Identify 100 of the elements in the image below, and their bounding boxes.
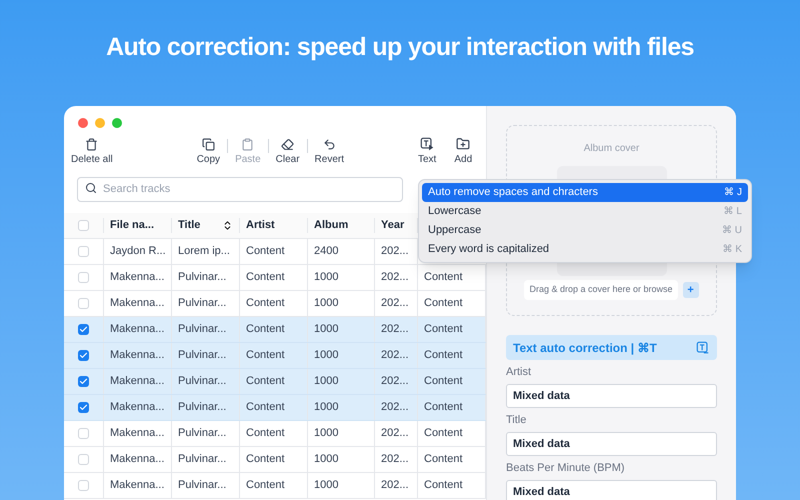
table-cell-text: Pulvinar... [178, 400, 226, 416]
checkbox[interactable] [78, 428, 89, 439]
text-field[interactable]: Mixed data [506, 384, 717, 408]
checkbox[interactable] [78, 246, 89, 257]
column-header[interactable]: Album [314, 217, 348, 234]
table-cell-text: Content [424, 452, 463, 468]
table-cell-text: Makenna... [110, 270, 164, 286]
table-cell-text: Makenna... [110, 400, 164, 416]
column-header[interactable]: Year [381, 217, 404, 234]
table-row[interactable]: Makenna... Pulvinar... Content 1000 202... Content [64, 421, 486, 447]
table-cell-text: Jaydon R... [110, 244, 166, 260]
toolbar-button[interactable]: Revert [310, 137, 348, 166]
column-header[interactable]: Artist [246, 217, 275, 234]
table-cell-text: Content [246, 322, 285, 338]
table-cell-text: Content [246, 426, 285, 442]
shortcut: ⌘ L [724, 205, 742, 219]
table-cell-text: 1000 [314, 400, 338, 416]
column-header[interactable]: File na... [110, 217, 154, 234]
field-label: Title [506, 414, 528, 426]
field-label: Artist [506, 366, 532, 378]
table-cell-text: 1000 [314, 452, 338, 468]
menu-item-label: Lowercase [428, 204, 482, 220]
table-cell-text: Content [424, 426, 463, 442]
table-cell-text: Content [424, 400, 463, 416]
table-row[interactable]: Makenna... Pulvinar... Content 1000 202... Content [64, 291, 486, 317]
table-cell-text: 202... [381, 400, 409, 416]
table-cell-text: 202... [381, 426, 409, 442]
checkbox[interactable] [78, 480, 89, 491]
undo-icon [322, 138, 336, 150]
folder-plus-icon [456, 137, 470, 151]
table-cell-text: 1000 [314, 348, 338, 364]
checkbox[interactable] [78, 402, 89, 413]
table-cell-text: 202... [381, 322, 409, 338]
table-row[interactable]: Makenna... Pulvinar... Content 1000 202... Content [64, 317, 486, 343]
table-row[interactable]: Makenna... Pulvinar... Content 1000 202... Content [64, 343, 486, 369]
table-cell-text: Pulvinar... [178, 270, 226, 286]
table-cell-text: 202... [381, 348, 409, 364]
checkbox[interactable] [78, 454, 89, 465]
shortcut: ⌘ K [722, 243, 742, 257]
table-cell-text: Makenna... [110, 478, 164, 494]
checkbox[interactable] [78, 324, 89, 335]
table-cell-text: 1000 [314, 270, 338, 286]
text-auto-icon [696, 340, 710, 354]
column-header[interactable]: Title [178, 217, 200, 234]
toolbar-button[interactable]: Copy [192, 137, 224, 166]
text-field[interactable]: Mixed data [506, 480, 717, 500]
toolbar-button[interactable]: Clear [272, 137, 304, 166]
toolbar-button[interactable]: Add [450, 137, 476, 166]
search-field[interactable]: Search tracks [77, 176, 403, 202]
menu-item-label: Auto remove spaces and chracters [428, 185, 598, 200]
checkbox[interactable] [78, 298, 89, 309]
table-row[interactable]: Makenna... Pulvinar... Content 1000 202... Content [64, 265, 486, 291]
table-cell-text: Lorem ip... [178, 244, 230, 260]
shortcut: ⌘ J [724, 186, 742, 200]
checkbox[interactable] [78, 350, 89, 361]
menu-item[interactable]: Uppercase ⌘ U [422, 221, 748, 240]
table-cell-text: 1000 [314, 322, 338, 338]
table-cell-text: Content [424, 478, 463, 494]
table-cell-text: Makenna... [110, 374, 164, 390]
table-cell-text: Content [246, 374, 285, 390]
sort-icon[interactable] [222, 220, 233, 231]
cover-title: Album cover [584, 142, 640, 156]
toolbar-button[interactable]: Text [414, 137, 440, 166]
table-cell-text: Content [424, 322, 463, 338]
table-cell-text: Content [424, 348, 463, 364]
table-cell-text: Pulvinar... [178, 478, 226, 494]
table-cell-text: Content [424, 374, 463, 390]
copy-icon [202, 138, 215, 150]
table-cell-text: 1000 [314, 478, 338, 494]
field-label: Beats Per Minute (BPM) [506, 462, 626, 474]
checkbox[interactable] [78, 272, 89, 283]
table-cell-text: 202... [381, 296, 409, 312]
table-cell-text: 1000 [314, 374, 338, 390]
table-cell-text: Content [246, 348, 285, 364]
table-cell-text: Pulvinar... [178, 452, 226, 468]
toolbar-button[interactable]: Delete all [67, 137, 117, 166]
table-row[interactable]: Makenna... Pulvinar... Content 1000 202... Content [64, 447, 486, 473]
table-cell-text: 202... [381, 478, 409, 494]
headline: Auto correction: speed up your interaction with files [106, 32, 694, 63]
table-cell-text: Content [246, 270, 285, 286]
table-cell-text: Content [424, 296, 463, 312]
eraser-icon [281, 138, 294, 150]
shortcut: ⌘ U [722, 224, 742, 238]
text-field[interactable]: Mixed data [506, 432, 717, 456]
table-cell-text: Content [246, 296, 285, 312]
menu-item[interactable]: Lowercase ⌘ L [422, 202, 748, 221]
table-cell-text: Content [246, 244, 285, 260]
table-cell-text: Pulvinar... [178, 348, 226, 364]
table-row[interactable]: Makenna... Pulvinar... Content 1000 202... Content [64, 395, 486, 421]
checkbox[interactable] [78, 376, 89, 387]
table-cell-text: 202... [381, 374, 409, 390]
menu-item[interactable]: Auto remove spaces and chracters ⌘ J [422, 183, 748, 202]
checkbox[interactable] [78, 220, 89, 231]
table-row[interactable]: Makenna... Pulvinar... Content 1000 202... Content [64, 369, 486, 395]
clipboard-icon [241, 138, 254, 150]
table-cell-text: Makenna... [110, 322, 164, 338]
table-cell-text: 2400 [314, 244, 338, 260]
table-row[interactable]: Makenna... Pulvinar... Content 1000 202... Content [64, 473, 486, 499]
table-cell-text: Pulvinar... [178, 426, 226, 442]
table-cell-text: Makenna... [110, 452, 164, 468]
